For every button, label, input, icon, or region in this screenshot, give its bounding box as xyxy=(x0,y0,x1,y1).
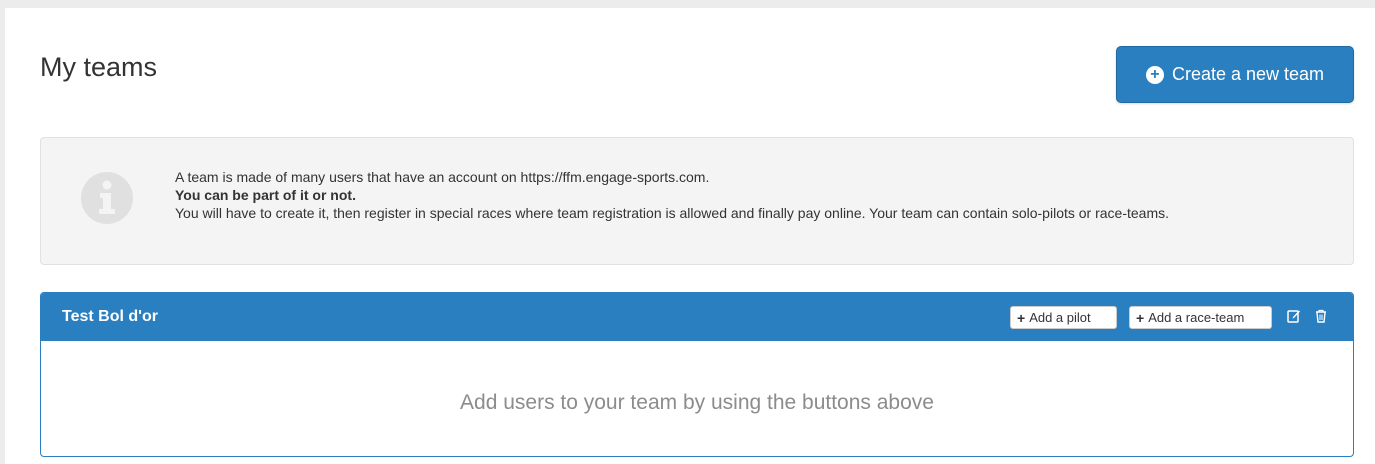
page: My teams + Create a new team A team is m… xyxy=(0,0,1375,464)
info-line-1: A team is made of many users that have a… xyxy=(175,169,710,185)
info-line-2: You can be part of it or not. xyxy=(175,187,356,203)
info-box: A team is made of many users that have a… xyxy=(40,137,1354,265)
plus-icon: + xyxy=(1017,309,1026,326)
trash-icon[interactable] xyxy=(1314,309,1328,323)
edit-icon[interactable] xyxy=(1287,309,1301,323)
create-team-label: Create a new team xyxy=(1171,64,1325,84)
team-name: Test Bol d'or xyxy=(62,308,158,325)
info-circle-icon xyxy=(81,172,133,224)
create-team-button[interactable]: + Create a new team xyxy=(1116,46,1354,103)
team-panel-header: Test Bol d'or + Add a pilot + Add a race… xyxy=(41,293,1353,341)
add-pilot-label: Add a pilot xyxy=(1029,310,1091,325)
info-line-3: You will have to create it, then registe… xyxy=(175,205,1170,221)
add-race-team-button[interactable]: + Add a race-team xyxy=(1129,306,1272,329)
empty-team-message: Add users to your team by using the butt… xyxy=(460,391,934,414)
info-text: A team is made of many users that have a… xyxy=(175,168,1169,222)
add-race-team-label: Add a race-team xyxy=(1148,310,1245,325)
page-title: My teams xyxy=(40,52,158,82)
add-pilot-button[interactable]: + Add a pilot xyxy=(1010,306,1117,329)
plus-circle-icon: + xyxy=(1145,65,1164,84)
plus-icon: + xyxy=(1136,309,1145,326)
team-panel: Test Bol d'or + Add a pilot + Add a race… xyxy=(40,292,1354,457)
